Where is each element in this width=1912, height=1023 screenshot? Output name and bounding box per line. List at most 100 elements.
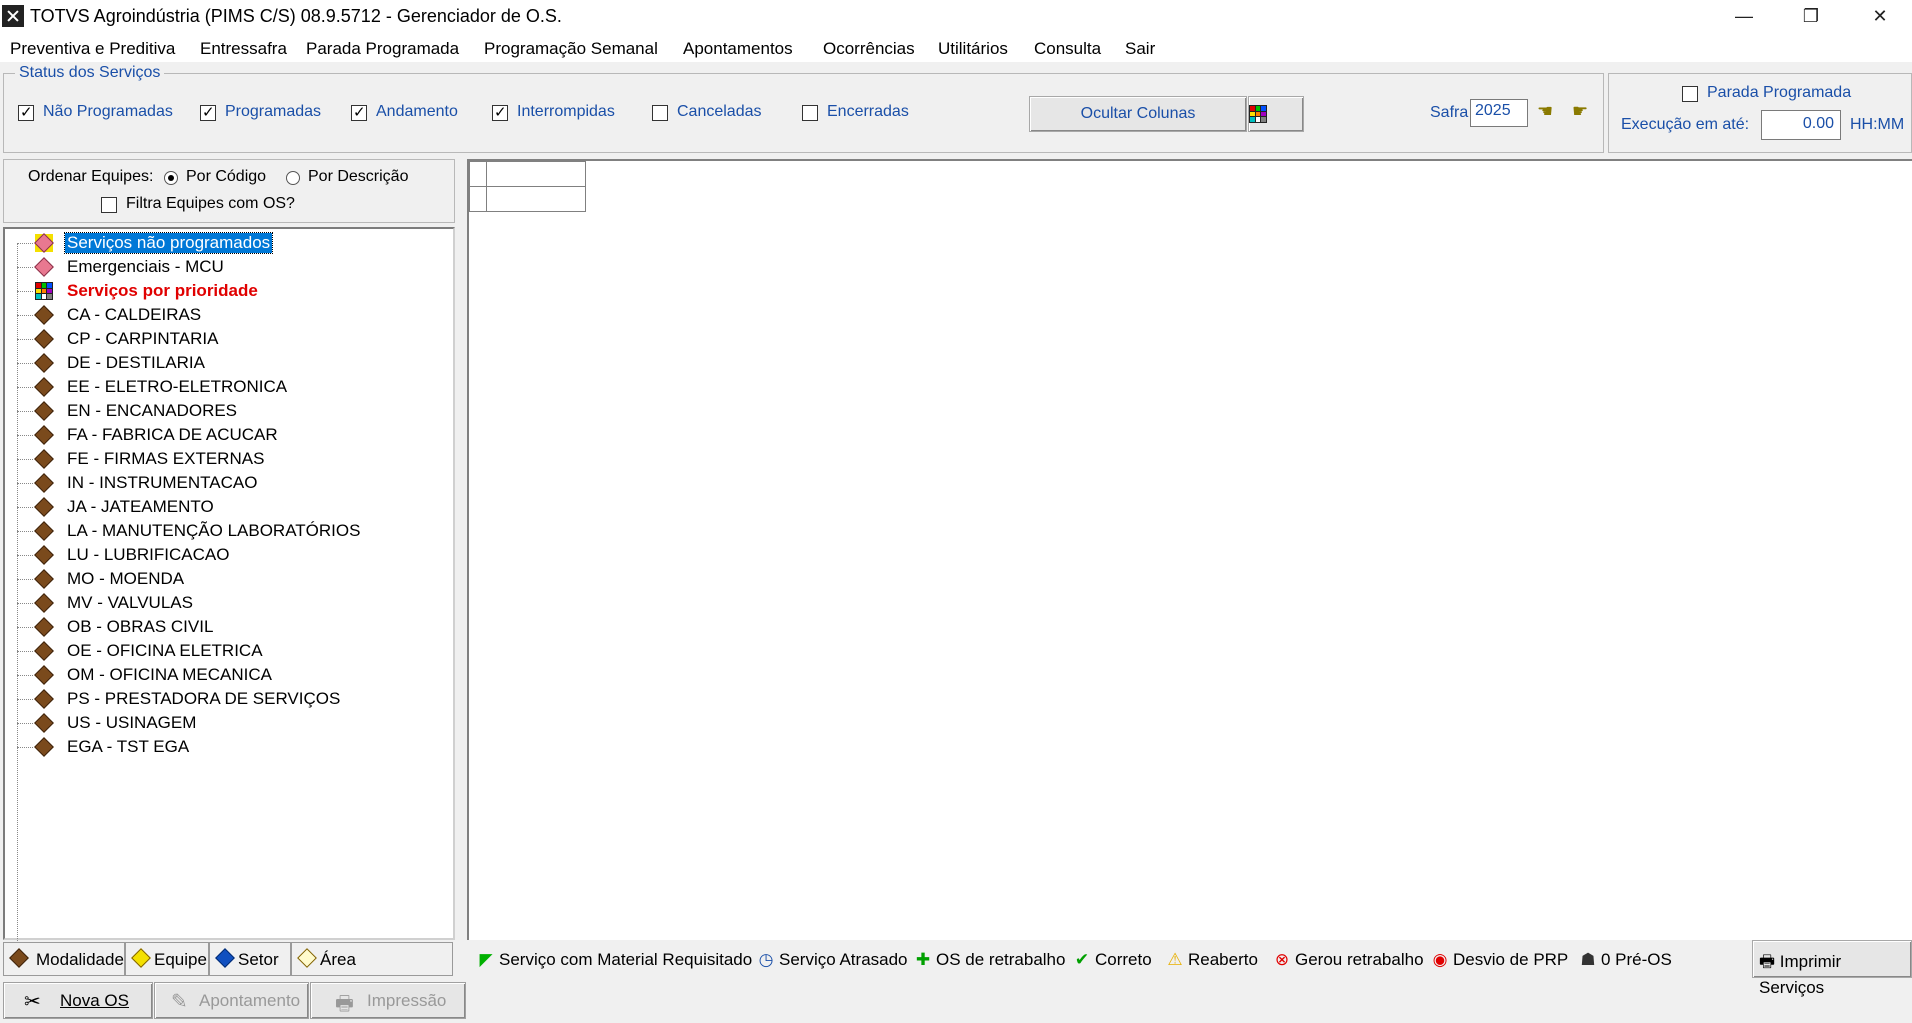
menu-utilitarios[interactable]: Utilitários [938,39,1008,59]
title-bar: TOTVS Agroindústria (PIMS C/S) 08.9.5712… [0,0,1912,36]
maximize-button[interactable]: ❐ [1779,0,1843,32]
teams-tree[interactable]: Serviços não programados Emergenciais - … [3,227,455,973]
tree-label: Serviços por prioridade [67,281,258,300]
gem-brown-icon [34,305,54,325]
radio-circle[interactable] [164,171,178,185]
tree-label: DE - DESTILARIA [67,353,205,372]
gem-brown-icon [34,425,54,445]
tab-modalidade[interactable]: Modalidade [3,942,125,976]
tab-area[interactable]: Área [291,942,453,976]
minimize-button[interactable]: — [1712,0,1776,32]
new-os-button[interactable]: ✂ Nova OS [3,982,153,1019]
gem-brown-icon [34,545,54,565]
legend-label: OS de retrabalho [936,950,1066,969]
error-icon: ⊗ [1274,950,1290,969]
menu-parada-programada[interactable]: Parada Programada [306,39,459,59]
checkbox-label: Interrompidas [517,103,615,120]
gem-yellow-icon [131,948,151,968]
menu-entressafra[interactable]: Entressafra [200,39,287,59]
tree-connector [17,723,33,724]
plus-icon: ✚ [915,950,931,969]
legend-label: Serviço com Material Requisitado [499,950,753,969]
checkbox-label: Encerradas [827,103,909,120]
clock-icon: ◷ [758,950,774,969]
gem-brown-icon [34,329,54,349]
gem-brown-icon [34,737,54,757]
legend-atrasado: ◷ Serviço Atrasado [756,950,908,970]
grid-row-header[interactable] [469,186,487,212]
tree-connector [17,339,33,340]
grid-cell[interactable] [486,186,586,212]
checkbox-box[interactable] [101,197,117,213]
checkbox-box[interactable] [351,103,367,121]
color-grid-icon [1249,105,1267,123]
checkbox-box[interactable] [492,103,508,121]
safra-input[interactable]: 2025 [1470,99,1528,127]
legend-label: Reaberto [1188,950,1258,969]
gem-brown-icon [34,401,54,421]
tree-connector [17,507,33,508]
safra-label: Safra [1430,104,1469,121]
checkbox-box[interactable] [802,105,818,121]
tree-connector [17,387,33,388]
tree-label: OB - OBRAS CIVIL [67,617,214,636]
close-button[interactable]: ✕ [1848,0,1912,32]
gem-brown-icon [34,593,54,613]
tab-setor[interactable]: Setor [209,942,291,976]
wrench-icon: ✂ [24,991,41,1013]
services-grid[interactable] [467,159,1912,940]
legend-retrabalho: ✚ OS de retrabalho [913,950,1066,970]
exec-input[interactable]: 0.00 [1761,110,1841,140]
gem-brown-icon [34,665,54,685]
legend-correto: ✔ Correto [1072,950,1152,970]
tree-connector [17,699,33,700]
new-os-label: Nova OS [60,991,129,1010]
gem-brown-icon [34,617,54,637]
gem-brown-icon [34,497,54,517]
apontamento-button[interactable]: ✎ Apontamento [154,982,309,1019]
legend-label: Desvio de PRP [1453,950,1569,969]
menu-sair[interactable]: Sair [1125,39,1155,59]
status-group: Status dos Serviços Não Programadas Prog… [3,64,1604,153]
hide-columns-button[interactable]: Ocultar Colunas [1029,96,1247,132]
hand-right-icon[interactable]: ☛ [1572,101,1598,125]
hand-left-icon[interactable]: ☚ [1537,101,1563,125]
color-legend-button[interactable] [1248,96,1304,132]
impressao-button[interactable]: 🖶 Impressão [310,982,466,1019]
checkbox-box[interactable] [1682,86,1698,102]
tree-label: OE - OFICINA ELETRICA [67,641,263,660]
tree-label: LU - LUBRIFICACAO [67,545,230,564]
tree-connector [17,747,33,748]
menu-ocorrencias[interactable]: Ocorrências [823,39,915,59]
legend-label: 0 Pré-OS [1601,950,1672,969]
tree-label: MV - VALVULAS [67,593,193,612]
radio-circle[interactable] [286,171,300,185]
gem-brown-icon [9,948,29,968]
menu-preventiva[interactable]: Preventiva e Preditiva [10,39,175,59]
tree-connector [17,579,33,580]
checkbox-label: Canceladas [677,103,762,120]
window-title: TOTVS Agroindústria (PIMS C/S) 08.9.5712… [30,6,562,26]
tree-connector [17,291,33,292]
grid-header-cell[interactable] [486,161,586,187]
tab-equipe[interactable]: Equipe [125,942,209,976]
gem-brown-icon [34,377,54,397]
exec-label: Execução em até: [1621,116,1750,133]
gem-brown-icon [34,713,54,733]
order-label: Ordenar Equipes: [28,168,154,185]
tree-label: IN - INSTRUMENTACAO [67,473,258,492]
checkbox-box[interactable] [200,103,216,121]
tree-connector [17,651,33,652]
checkbox-box[interactable] [652,105,668,121]
checkbox-box[interactable] [18,103,34,121]
menu-apontamentos[interactable]: Apontamentos [683,39,793,59]
legend-reaberto: ⚠ Reaberto [1165,950,1258,970]
menu-consulta[interactable]: Consulta [1034,39,1101,59]
print-services-button[interactable]: 🖶 Imprimir Serviços [1752,940,1912,997]
legend-label: Serviço Atrasado [779,950,908,969]
tree-connector [17,267,33,268]
menu-programacao-semanal[interactable]: Programação Semanal [484,39,658,59]
legend-label: Correto [1095,950,1152,969]
app-icon [2,5,24,27]
legend-label: Gerou retrabalho [1295,950,1424,969]
